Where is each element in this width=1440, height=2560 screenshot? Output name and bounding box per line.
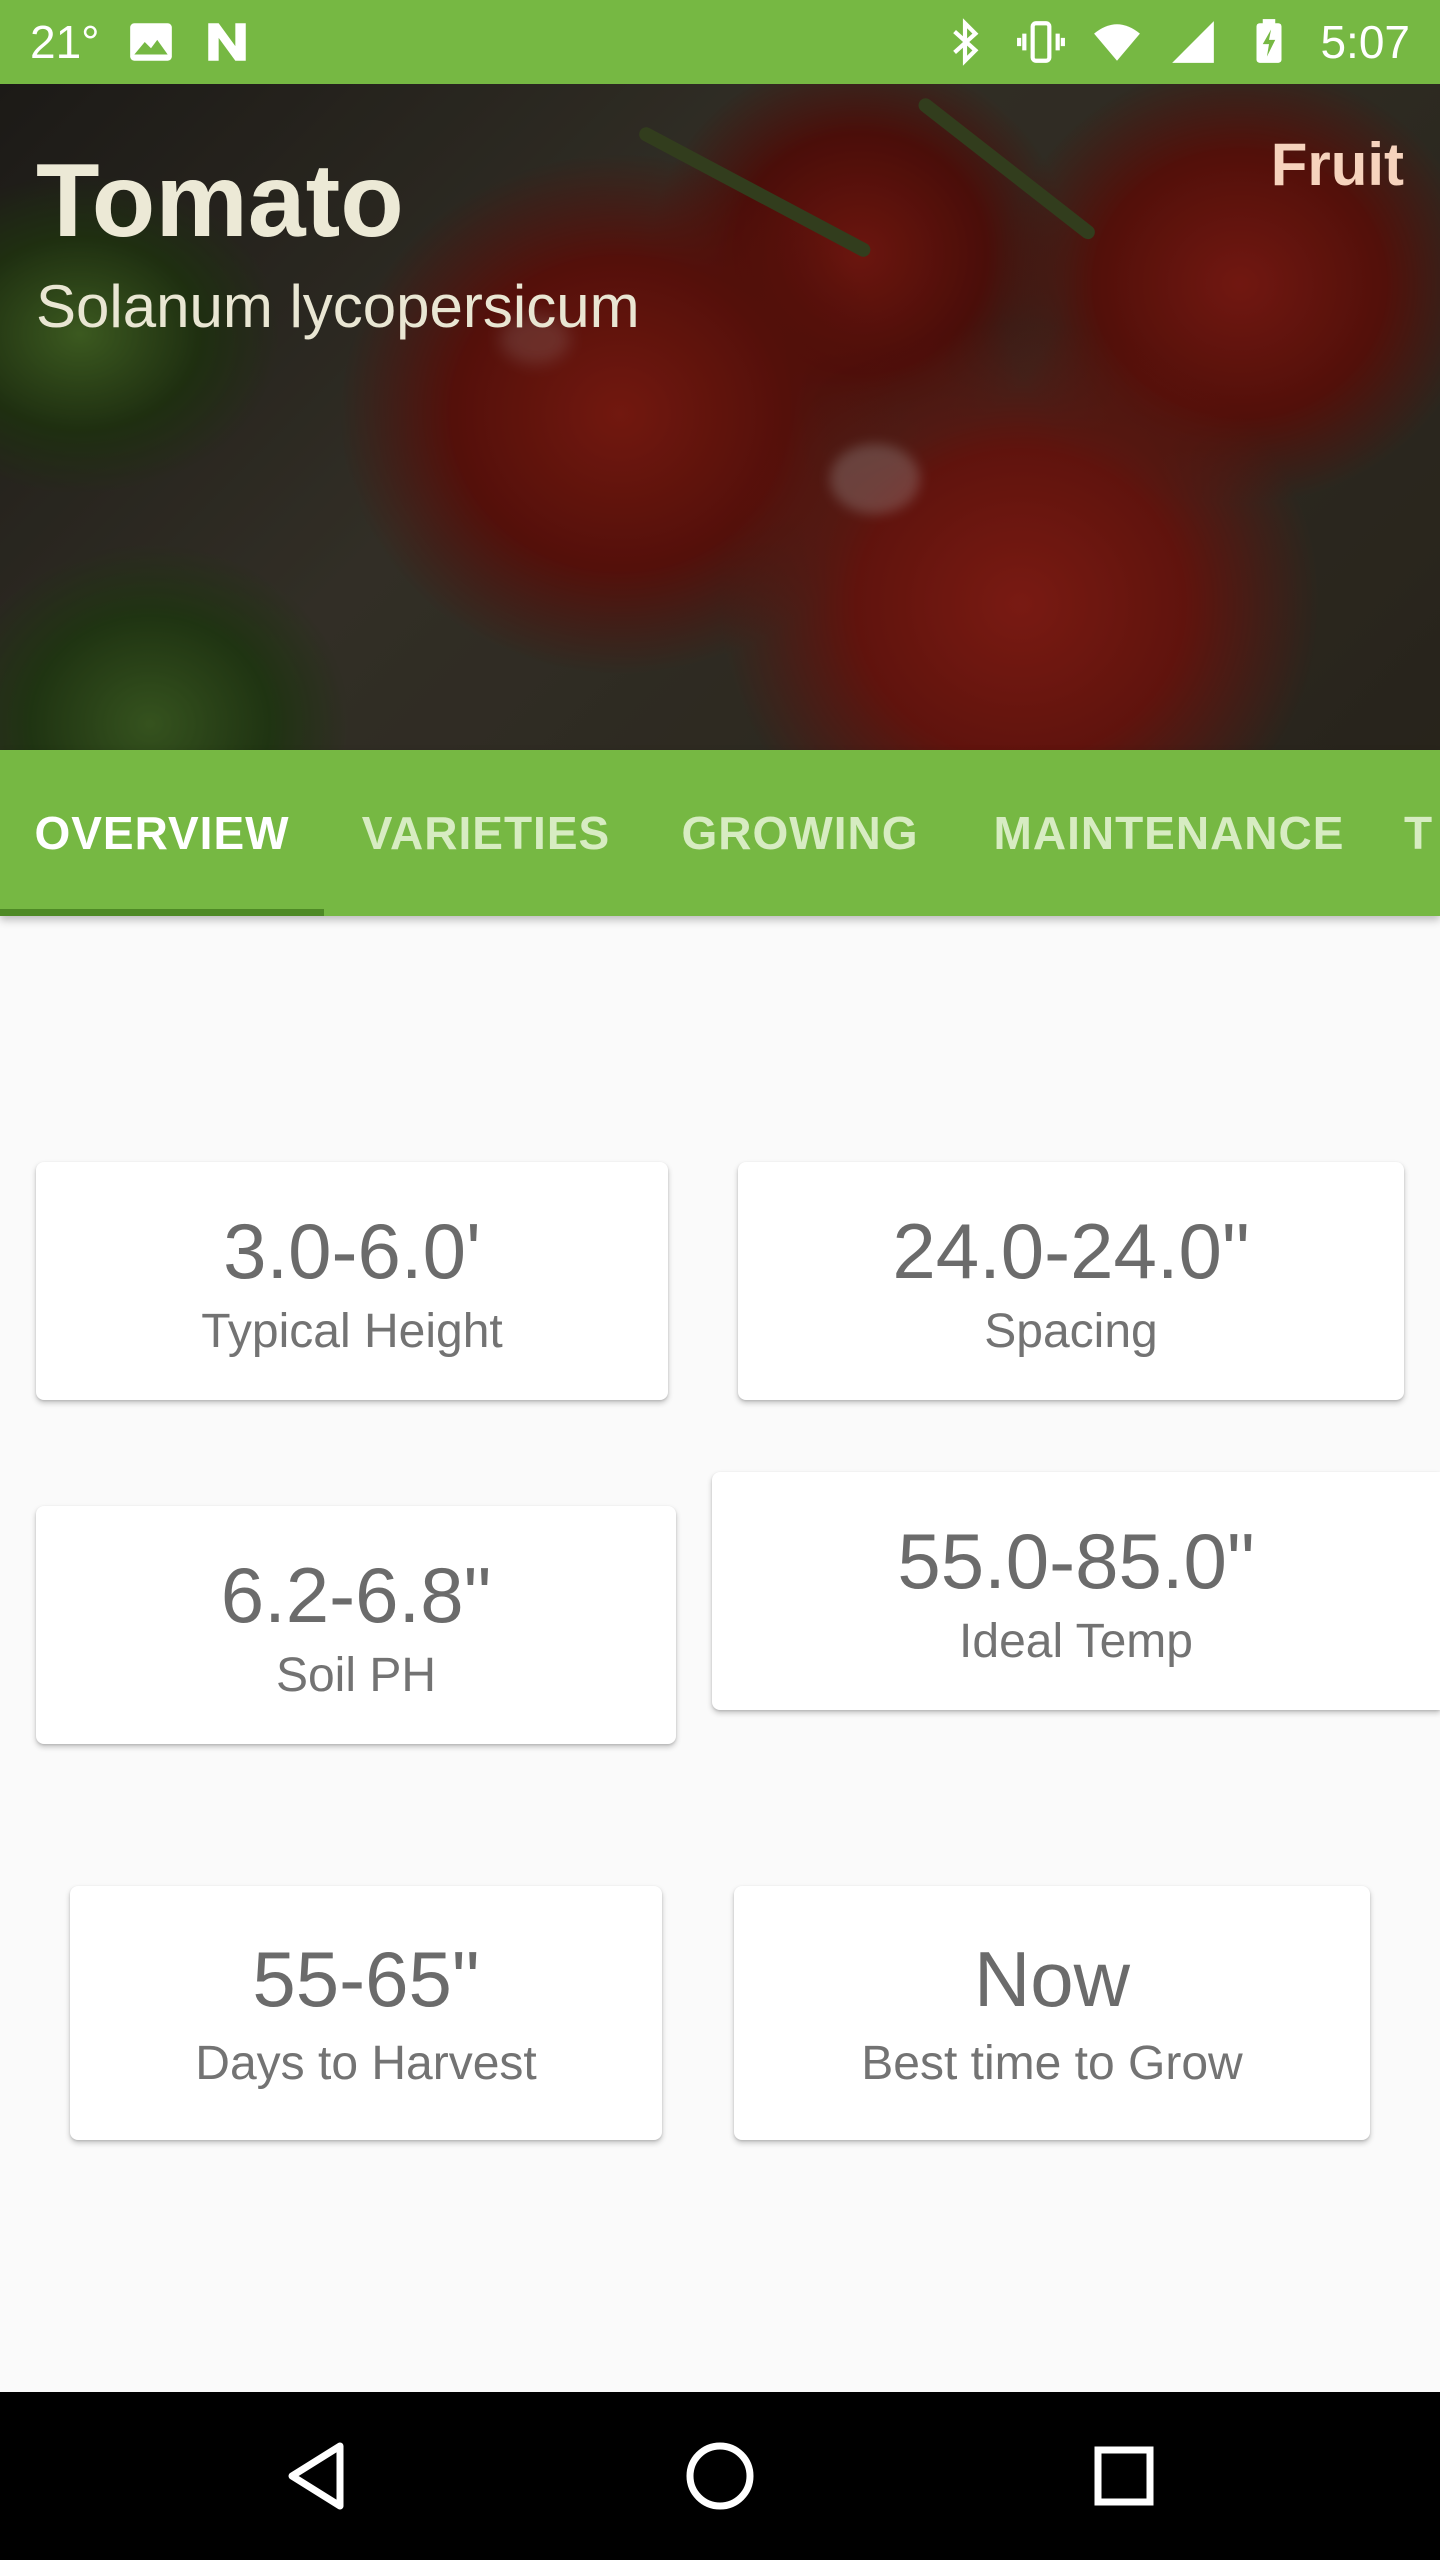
card-label: Best time to Grow bbox=[861, 2037, 1243, 2090]
card-value: 6.2-6.8" bbox=[220, 1551, 492, 1639]
stat-card-typical-height: 3.0-6.0' Typical Height bbox=[36, 1162, 668, 1400]
stat-card-soil-ph: 6.2-6.8" Soil PH bbox=[36, 1506, 676, 1744]
tab-bar: OVERVIEW VARIETIES GROWING MAINTENANCE T bbox=[0, 750, 1440, 916]
n-logo-icon bbox=[207, 23, 246, 61]
tab-maintenance[interactable]: MAINTENANCE bbox=[952, 750, 1386, 916]
card-value: 55-65" bbox=[252, 1935, 480, 2023]
status-bar-left: 21° bbox=[30, 15, 252, 69]
card-label: Spacing bbox=[984, 1305, 1158, 1358]
wifi-icon bbox=[1094, 24, 1141, 61]
card-label: Ideal Temp bbox=[959, 1615, 1193, 1668]
temperature-readout: 21° bbox=[30, 16, 100, 68]
tab-partial[interactable]: T bbox=[1404, 750, 1440, 916]
hero-image: Tomato Solanum lycopersicum Fruit bbox=[0, 84, 1440, 750]
clock: 5:07 bbox=[1320, 16, 1410, 68]
card-label: Typical Height bbox=[201, 1305, 503, 1358]
card-value: 3.0-6.0' bbox=[223, 1207, 481, 1295]
category-label: Fruit bbox=[1270, 131, 1404, 198]
tab-indicator bbox=[0, 909, 324, 916]
card-label: Days to Harvest bbox=[195, 2037, 537, 2090]
card-value: 24.0-24.0" bbox=[892, 1207, 1250, 1295]
stat-card-days-to-harvest: 55-65" Days to Harvest bbox=[70, 1886, 662, 2140]
tab-overview[interactable]: OVERVIEW bbox=[0, 750, 324, 916]
home-icon[interactable] bbox=[680, 2436, 760, 2516]
stat-card-spacing: 24.0-24.0" Spacing bbox=[738, 1162, 1404, 1400]
navigation-bar bbox=[0, 2392, 1440, 2560]
stat-card-best-time: Now Best time to Grow bbox=[734, 1886, 1370, 2140]
tab-growing[interactable]: GROWING bbox=[648, 750, 952, 916]
back-icon[interactable] bbox=[276, 2436, 356, 2516]
image-icon bbox=[129, 23, 172, 61]
signal-icon bbox=[1172, 21, 1215, 63]
status-bar: 21° 5:07 bbox=[0, 0, 1440, 84]
card-label: Soil PH bbox=[275, 1649, 437, 1702]
scientific-name: Solanum lycopersicum bbox=[36, 273, 640, 340]
vibrate-icon bbox=[1017, 21, 1066, 63]
plant-name: Tomato bbox=[36, 143, 404, 259]
stat-card-ideal-temp: 55.0-85.0" Ideal Temp bbox=[712, 1472, 1440, 1710]
status-bar-right: 5:07 bbox=[940, 15, 1410, 69]
card-value: 55.0-85.0" bbox=[897, 1517, 1255, 1605]
battery-charging-icon bbox=[1256, 19, 1282, 63]
bluetooth-icon bbox=[953, 18, 979, 66]
card-value: Now bbox=[973, 1935, 1131, 2023]
recents-icon[interactable] bbox=[1084, 2436, 1164, 2516]
tab-varieties[interactable]: VARIETIES bbox=[324, 750, 648, 916]
